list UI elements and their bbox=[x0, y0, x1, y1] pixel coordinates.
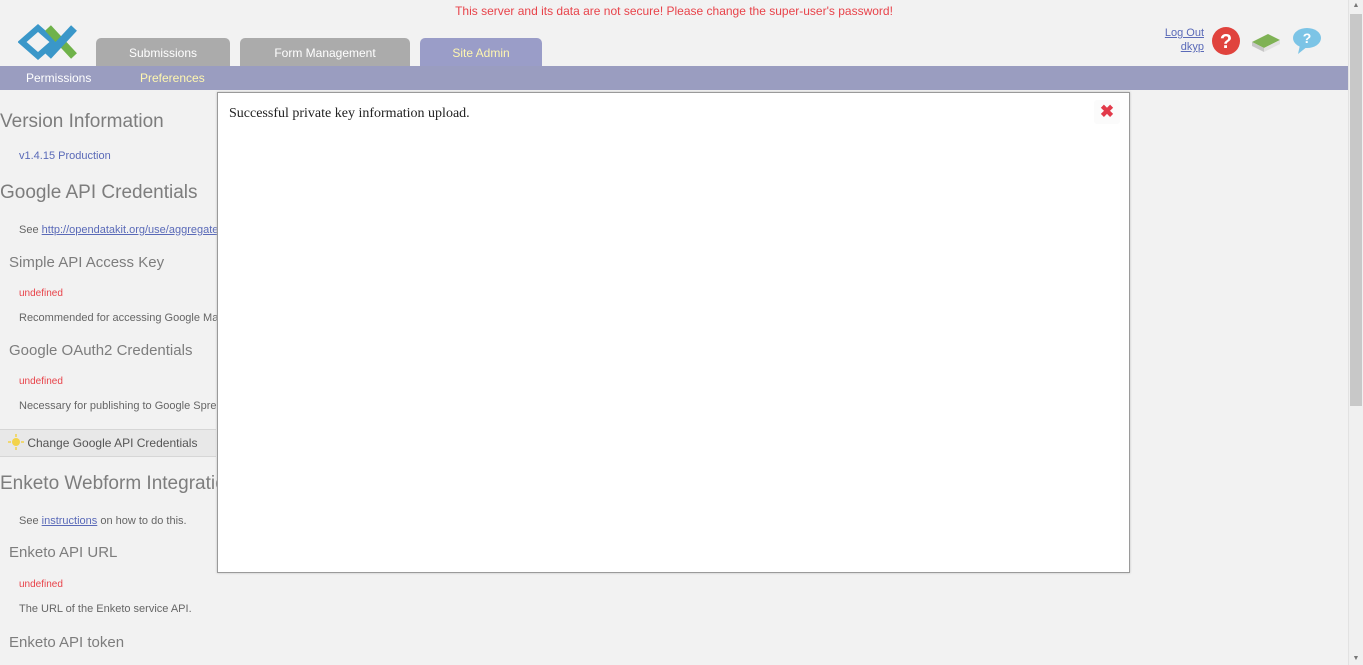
logout-link[interactable]: Log Out bbox=[1152, 26, 1204, 40]
svg-text:?: ? bbox=[1220, 31, 1232, 53]
sub-navigation: Permissions Preferences bbox=[0, 66, 1348, 90]
tab-submissions[interactable]: Submissions bbox=[96, 38, 230, 66]
enketo-instructions-link[interactable]: instructions bbox=[42, 515, 98, 527]
user-links: Log Out dkyp bbox=[1152, 26, 1204, 54]
book-icon[interactable] bbox=[1250, 26, 1282, 56]
svg-text:?: ? bbox=[1303, 30, 1312, 46]
insecure-warning: This server and its data are not secure!… bbox=[455, 4, 893, 18]
scroll-thumb[interactable] bbox=[1350, 14, 1362, 406]
close-icon[interactable]: ✖ bbox=[1094, 100, 1120, 124]
oauth-value: undefined bbox=[19, 376, 63, 387]
odk-logo bbox=[18, 24, 77, 60]
change-credentials-button[interactable]: Change Google API Credentials bbox=[0, 429, 216, 457]
enketo-url-value: undefined bbox=[19, 579, 63, 590]
username-link[interactable]: dkyp bbox=[1152, 40, 1204, 54]
google-see-label: See bbox=[19, 224, 39, 236]
change-credentials-label: Change Google API Credentials bbox=[27, 436, 198, 450]
enketo-url-description: The URL of the Enketo service API. bbox=[19, 603, 192, 615]
simple-key-description: Recommended for accessing Google Maps. bbox=[19, 312, 233, 324]
enketo-instructions: See instructions on how to do this. bbox=[19, 515, 187, 527]
tab-site-admin[interactable]: Site Admin bbox=[420, 38, 542, 66]
app-header: Submissions Form Management Site Admin L… bbox=[0, 18, 1348, 66]
chat-icon[interactable]: ? bbox=[1290, 26, 1322, 56]
enketo-see-label: See bbox=[19, 515, 39, 527]
subnav-preferences[interactable]: Preferences bbox=[140, 66, 205, 90]
dialog-message: Successful private key information uploa… bbox=[229, 106, 470, 121]
enketo-url-heading: Enketo API URL bbox=[9, 544, 118, 561]
oauth-heading: Google OAuth2 Credentials bbox=[9, 342, 193, 359]
version-heading: Version Information bbox=[0, 111, 164, 132]
subnav-permissions[interactable]: Permissions bbox=[26, 66, 91, 90]
scroll-up-arrow-icon[interactable]: ▲ bbox=[1349, 0, 1363, 12]
upload-result-dialog: Successful private key information uploa… bbox=[217, 92, 1130, 573]
sun-icon bbox=[8, 434, 24, 450]
help-icon[interactable]: ? bbox=[1210, 26, 1242, 56]
enketo-after-label: on how to do this. bbox=[100, 515, 187, 527]
simple-key-value: undefined bbox=[19, 288, 63, 299]
scroll-down-arrow-icon[interactable]: ▼ bbox=[1349, 653, 1363, 665]
simple-key-heading: Simple API Access Key bbox=[9, 254, 165, 271]
tab-form-management[interactable]: Form Management bbox=[240, 38, 410, 66]
enketo-heading: Enketo Webform Integration bbox=[0, 473, 237, 494]
version-value: v1.4.15 Production bbox=[19, 150, 111, 162]
page-scrollbar[interactable]: ▲ ▼ bbox=[1348, 0, 1363, 665]
google-api-heading: Google API Credentials bbox=[0, 182, 198, 203]
enketo-token-heading: Enketo API token bbox=[9, 634, 125, 651]
